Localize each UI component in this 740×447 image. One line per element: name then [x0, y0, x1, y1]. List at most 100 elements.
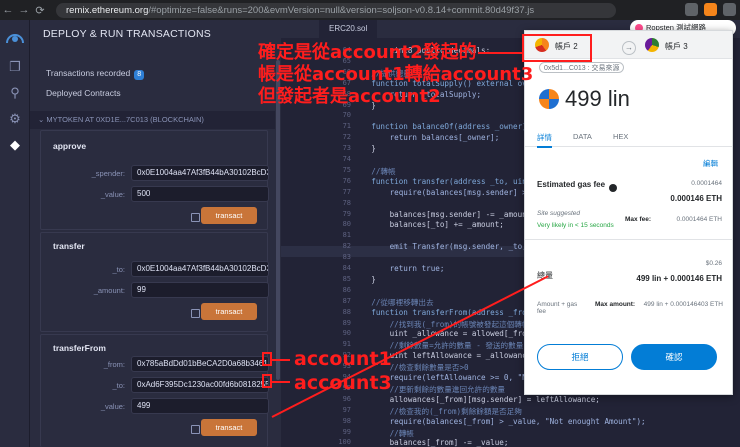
code-line: uint _allowance = allowed[_from][ms [353, 329, 550, 339]
deploy-run-panel: DEPLOY & RUN TRANSACTIONS Transactions r… [30, 20, 275, 447]
url-host: remix.ethereum.org [66, 4, 149, 16]
tab-details[interactable]: 詳情 [537, 132, 552, 148]
tx-origin-pill: 0x5d1...C013 : 交易來源 [539, 62, 625, 73]
code-line: //轉帳 [353, 166, 396, 176]
panel-scrollbar-thumb[interactable] [276, 60, 280, 380]
panel-title: DEPLOY & RUN TRANSACTIONS [43, 28, 211, 40]
line-number: 79 [342, 209, 351, 218]
copy-calldata-icon[interactable] [191, 425, 200, 434]
param-label: _amount: [93, 286, 125, 295]
from-account-highlight [522, 34, 592, 62]
tab-hex[interactable]: HEX [613, 132, 628, 141]
annotation-arrow-line [478, 52, 524, 54]
address-bar[interactable]: remix.ethereum.org/#optimize=false&runs=… [56, 2, 616, 18]
contract-instance-label: MYTOKEN AT 0XD1E...7C013 (BLOCKCHAIN) [46, 115, 204, 124]
copy-calldata-icon[interactable] [191, 309, 200, 318]
code-line: require(balances[_from] > _value, "Not e… [353, 416, 646, 426]
to-account-label[interactable]: 帳戶 3 [665, 41, 688, 52]
transferfrom-from-input[interactable]: 0x785aBdDd01bBeCA2D0a68b3461F6 [131, 356, 269, 372]
code-line: balances[msg.sender] -= _amount; [353, 209, 536, 219]
tab-erc20-sol[interactable]: ERC20.sol [319, 20, 378, 38]
contract-instance-header[interactable]: ⌄ MYTOKEN AT 0XD1E...7C013 (BLOCKCHAIN) [30, 111, 275, 129]
transfer-function-box: transfer _to: 0x0E1004aa47Af3fB44bA30102… [40, 232, 269, 332]
line-number: 84 [342, 264, 351, 272]
forward-icon[interactable]: → [16, 4, 32, 16]
line-number: 80 [342, 220, 351, 229]
tab-label: ERC20.sol [329, 24, 368, 33]
transferfrom-function-box: transferFrom _from: 0x785aBdDd01bBeCA2D0… [40, 334, 269, 447]
deployed-contracts-row[interactable]: Deployed Contracts [30, 83, 275, 103]
transferfrom-transact-button[interactable]: transact [201, 419, 257, 436]
code-line: function balanceOf(address _owner) exte [353, 122, 550, 132]
back-icon[interactable]: ← [0, 4, 16, 16]
edit-gas-link[interactable]: 編輯 [703, 158, 718, 169]
token-logo-icon [539, 89, 559, 109]
transfer-to-input[interactable]: 0x0E1004aa47Af3fB44bA30102BcD37 [131, 261, 269, 277]
code-line: function transferFrom(address _from, a [353, 307, 546, 317]
line-number: 76 [342, 176, 351, 185]
tab-data[interactable]: DATA [573, 132, 592, 141]
transferfrom-value-input[interactable]: 499 [131, 398, 269, 414]
detail-tabs: 詳情 DATA HEX [525, 129, 732, 148]
code-line: return true; [353, 264, 445, 273]
line-number: 73 [342, 144, 351, 153]
extension-icon[interactable] [685, 3, 698, 16]
metamask-extension-icon[interactable] [704, 3, 717, 16]
transactions-recorded-row[interactable]: Transactions recorded 8 [30, 63, 275, 83]
site-suggested: Site suggested [537, 210, 581, 217]
approve-spender-input[interactable]: 0x0E1004aa47Af3fB44bA30102BcD37 [131, 165, 269, 181]
screen: ← → ⟳ remix.ethereum.org/#optimize=false… [0, 0, 740, 447]
tx-amount: 499 lin [565, 86, 630, 111]
search-icon[interactable]: ⚲ [0, 80, 30, 106]
transactions-count-badge: 8 [134, 70, 145, 80]
reject-button[interactable]: 拒絕 [537, 344, 623, 370]
copy-calldata-icon[interactable] [191, 213, 200, 222]
line-number: 70 [342, 111, 351, 120]
approve-value-input[interactable]: 500 [131, 186, 269, 202]
line-number: 87 [342, 296, 351, 305]
account1-arrow-line [272, 359, 290, 361]
code-line: emit Transfer(msg.sender, _to, _amo [353, 242, 550, 252]
profile-icon[interactable] [723, 3, 736, 16]
account3-label: account3 [294, 372, 392, 394]
line-number: 100 [338, 438, 351, 447]
line-number: 99 [342, 427, 351, 436]
reload-icon[interactable]: ⟳ [32, 4, 48, 17]
transfer-amount-input[interactable]: 99 [131, 282, 269, 298]
line-number: 78 [342, 198, 351, 207]
file-explorer-icon[interactable]: ❐ [0, 54, 30, 80]
deploy-run-icon[interactable]: ◆ [0, 132, 30, 158]
code-line: return balances[_owner]; [353, 133, 500, 143]
remix-logo-icon[interactable] [0, 20, 30, 54]
code-line: } [353, 274, 376, 284]
line-number: 75 [342, 165, 351, 174]
metamask-confirm-popup: 帳戶 2 → 帳戶 3 0x5d1...C013 : 交易來源 499 lin … [524, 30, 733, 395]
max-fee-value: 0.0001464 ETH [676, 216, 722, 223]
likely-time: Very likely in < 15 seconds [537, 222, 614, 229]
line-number: 77 [342, 187, 351, 196]
total-section: $0.26 總量 499 lin + 0.000146 ETH Amount +… [525, 246, 732, 326]
approve-transact-button[interactable]: transact [201, 207, 257, 224]
line-number: 89 [342, 318, 351, 327]
annotation-line-1: 確定是從account2發起的 [258, 42, 477, 63]
to-input-highlight [262, 374, 272, 388]
approve-function-name: approve [53, 141, 87, 151]
info-icon[interactable] [609, 184, 617, 192]
confirm-button[interactable]: 確認 [631, 344, 717, 370]
line-number: 98 [342, 416, 351, 425]
total-value: 499 lin + 0.000146 ETH [636, 274, 722, 283]
arrow-right-icon: → [622, 41, 636, 55]
code-line: //檢查我的(_from)剩餘餘額是否足夠 [353, 406, 522, 416]
line-number: 85 [342, 274, 351, 283]
to-account-avatar-icon [645, 38, 659, 52]
transferfrom-to-input[interactable]: 0xAd6F395Dc1230ac00fd6b08182553 [131, 377, 269, 393]
transactions-recorded-label: Transactions recorded [46, 68, 131, 78]
transfer-transact-button[interactable]: transact [201, 303, 257, 320]
account3-arrow-line [272, 381, 290, 383]
param-label: _value: [100, 402, 125, 411]
compiler-icon[interactable]: ⚙ [0, 106, 30, 132]
code-line: } [353, 144, 376, 154]
transfer-function-name: transfer [53, 241, 85, 251]
code-line: //從哪裡移轉出去 [353, 297, 434, 307]
line-number: 97 [342, 405, 351, 414]
